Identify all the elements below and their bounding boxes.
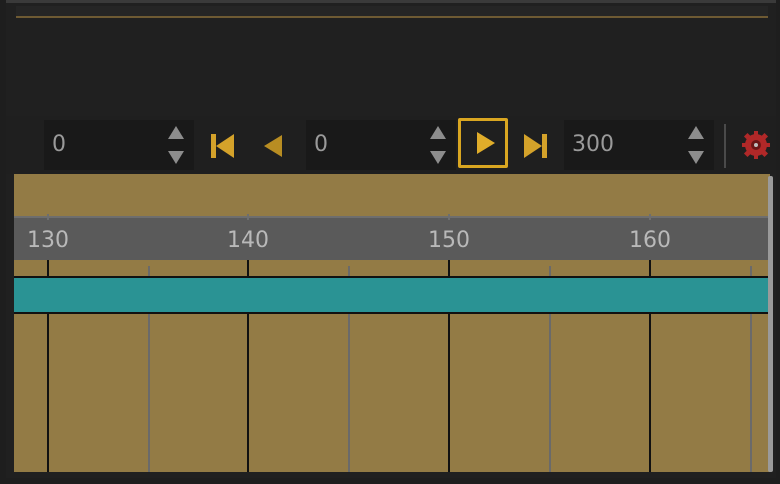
skip-to-end-icon: [542, 134, 547, 158]
toolbar-divider: [724, 124, 726, 168]
start-frame-stepper[interactable]: [166, 123, 186, 167]
current-frame-value[interactable]: 0: [314, 132, 328, 157]
ruler-tick: [47, 214, 49, 220]
increment-arrow-icon[interactable]: [168, 126, 184, 139]
end-frame-stepper[interactable]: [686, 123, 706, 167]
start-frame-value[interactable]: 0: [52, 132, 66, 157]
current-frame-stepper[interactable]: [428, 123, 448, 167]
first-frame-button[interactable]: [208, 134, 238, 158]
animation-track[interactable]: [14, 276, 770, 314]
ruler-tick: [448, 214, 450, 220]
decrement-arrow-icon[interactable]: [688, 151, 704, 164]
step-back-icon: [264, 135, 282, 157]
decrement-arrow-icon[interactable]: [430, 151, 446, 164]
play-icon: [477, 132, 495, 154]
increment-arrow-icon[interactable]: [688, 126, 704, 139]
play-button[interactable]: [458, 118, 508, 168]
ruler-label: 130: [27, 228, 69, 253]
ruler-label: 140: [227, 228, 269, 253]
step-back-button[interactable]: [262, 135, 286, 157]
current-frame-field[interactable]: 0: [306, 120, 456, 170]
decrement-arrow-icon[interactable]: [168, 151, 184, 164]
ruler-label: 150: [428, 228, 470, 253]
ruler-label: 160: [629, 228, 671, 253]
timeline-area[interactable]: 130 140 150 160: [14, 174, 770, 472]
ruler-tick: [247, 214, 249, 220]
vertical-scrollbar[interactable]: [768, 176, 773, 472]
gear-icon[interactable]: [741, 130, 771, 160]
last-frame-button[interactable]: [522, 134, 552, 158]
panel-header-strip: [16, 6, 768, 18]
start-frame-field[interactable]: 0: [44, 120, 194, 170]
frame-ruler[interactable]: 130 140 150 160: [14, 218, 770, 260]
end-frame-value[interactable]: 300: [572, 132, 614, 157]
increment-arrow-icon[interactable]: [430, 126, 446, 139]
end-frame-field[interactable]: 300: [564, 120, 714, 170]
ruler-tick: [649, 214, 651, 220]
